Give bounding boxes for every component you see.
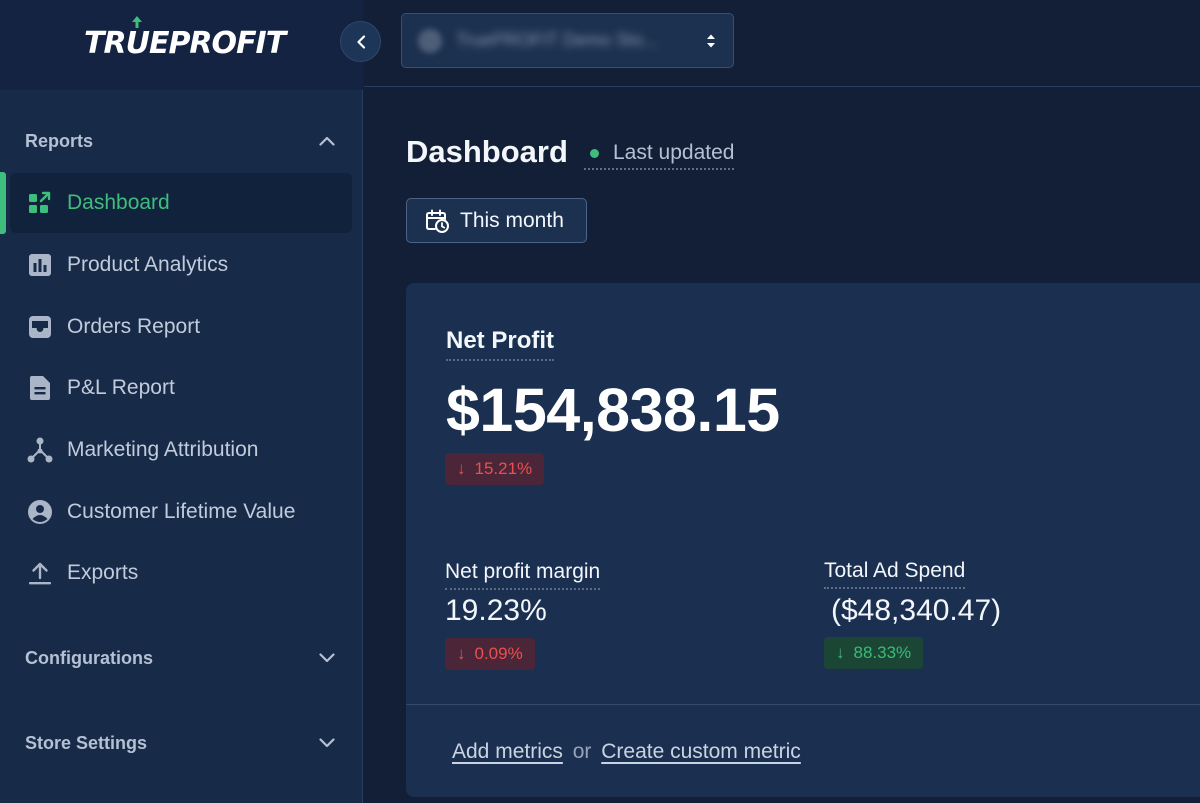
store-name: TruePROFIT Demo Sto... — [456, 30, 659, 50]
chevron-down-icon — [319, 738, 335, 748]
or-text: or — [572, 740, 592, 763]
sidebar-item-product-analytics[interactable]: Product Analytics — [10, 235, 352, 295]
logo-text-epr: EPR — [148, 26, 213, 61]
chevron-up-down-icon — [707, 34, 715, 47]
net-profit-margin-label[interactable]: Net profit margin — [445, 560, 601, 590]
sidebar-item-dashboard[interactable]: Dashboard — [10, 173, 352, 233]
sidebar-header: TR U EPR O FIT — [0, 0, 363, 90]
user-circle-icon — [27, 499, 53, 525]
bar-chart-icon — [27, 252, 53, 278]
sidebar-item-label: Customer Lifetime Value — [67, 500, 296, 523]
add-metrics-link[interactable]: Add metrics — [452, 740, 563, 763]
create-custom-metric-link[interactable]: Create custom metric — [601, 740, 801, 763]
total-ad-spend-change: 88.33% — [853, 643, 912, 662]
sidebar-item-exports[interactable]: Exports — [10, 543, 352, 603]
card-footer: Add metrics or Create custom metric — [452, 740, 801, 764]
logo-arrow-icon — [132, 16, 143, 28]
chevron-up-icon — [319, 136, 335, 146]
total-ad-spend-value: ($48,340.47) — [831, 594, 1002, 627]
dashboard-icon — [27, 190, 53, 216]
status-dot-icon — [590, 148, 599, 158]
logo-text-fit: FIT — [236, 26, 286, 61]
collapse-sidebar-button[interactable] — [340, 21, 381, 62]
network-icon — [27, 437, 53, 463]
arrow-down-icon: ↓ — [836, 643, 845, 662]
store-selector[interactable]: TruePROFIT Demo Sto... — [401, 13, 734, 68]
net-profit-change-badge: ↓ 15.21% — [445, 453, 545, 485]
logo-text-o: O — [211, 26, 237, 61]
date-range-button[interactable]: This month — [406, 198, 587, 243]
total-ad-spend-label[interactable]: Total Ad Spend — [824, 559, 966, 589]
arrow-down-icon: ↓ — [457, 644, 466, 663]
page-title: Dashboard — [406, 134, 568, 169]
last-updated[interactable]: Last updated — [584, 141, 735, 170]
logo-text-u: U — [125, 26, 150, 61]
arrow-down-icon: ↓ — [457, 459, 466, 478]
chevron-left-icon — [356, 34, 365, 49]
chevron-down-icon — [319, 653, 335, 663]
net-profit-label[interactable]: Net Profit — [446, 327, 554, 361]
sidebar-item-label: P&L Report — [67, 376, 175, 399]
section-configurations[interactable]: Configurations — [0, 638, 363, 678]
section-reports[interactable]: Reports — [0, 121, 363, 161]
sidebar-item-customer-lifetime-value[interactable]: Customer Lifetime Value — [10, 482, 352, 542]
topbar-divider — [364, 86, 1200, 87]
sidebar-item-pl-report[interactable]: P&L Report — [10, 358, 352, 418]
store-avatar — [418, 28, 442, 53]
calendar-clock-icon — [424, 208, 450, 234]
date-range-label: This month — [460, 208, 564, 232]
net-profit-value: $154,838.15 — [446, 376, 780, 444]
logo-u: U — [125, 16, 150, 61]
logo-text-tr: TR — [84, 26, 127, 61]
sidebar-item-marketing-attribution[interactable]: Marketing Attribution — [10, 420, 352, 480]
sidebar-item-label: Product Analytics — [67, 253, 229, 276]
net-profit-margin-change-badge: ↓ 0.09% — [445, 638, 535, 670]
metrics-card: Net Profit $154,838.15 ↓ 15.21% Net prof… — [406, 283, 1200, 797]
card-divider — [406, 704, 1200, 705]
total-ad-spend-change-badge: ↓ 88.33% — [824, 637, 924, 669]
last-updated-label: Last updated — [613, 141, 735, 164]
section-configurations-label: Configurations — [25, 647, 153, 668]
net-profit-margin-change: 0.09% — [474, 644, 523, 663]
trueprofit-logo[interactable]: TR U EPR O FIT — [84, 16, 286, 61]
section-store-settings-label: Store Settings — [25, 732, 148, 753]
net-profit-change: 15.21% — [474, 459, 533, 478]
document-icon — [27, 375, 53, 401]
sidebar-item-label: Marketing Attribution — [67, 438, 259, 461]
sidebar-item-label: Orders Report — [67, 315, 201, 338]
sidebar-item-label: Dashboard — [67, 191, 170, 214]
active-indicator — [0, 172, 6, 234]
upload-icon — [27, 560, 53, 586]
sidebar-item-label: Exports — [67, 561, 139, 584]
sidebar-item-orders-report[interactable]: Orders Report — [10, 297, 352, 357]
section-reports-label: Reports — [25, 130, 94, 151]
sidebar: TR U EPR O FIT Reports Dashboard Product… — [0, 0, 363, 803]
inbox-icon — [27, 314, 53, 340]
section-store-settings[interactable]: Store Settings — [0, 723, 363, 763]
net-profit-margin-value: 19.23% — [445, 594, 547, 627]
